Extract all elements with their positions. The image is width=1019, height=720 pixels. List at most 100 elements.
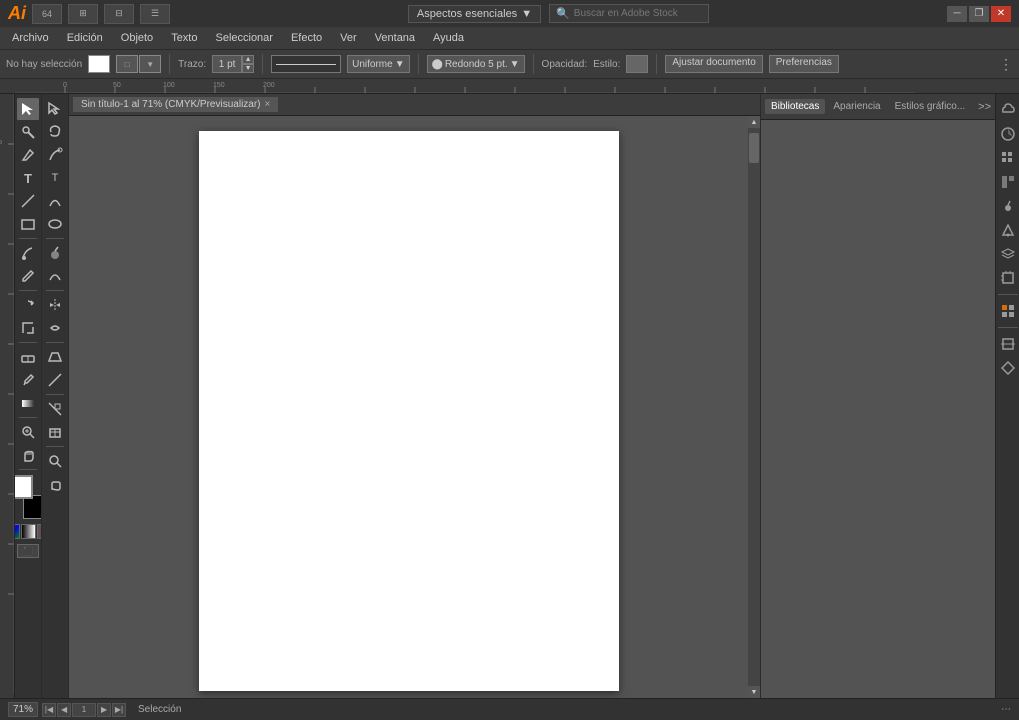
stroke-preview[interactable]: [271, 55, 341, 73]
eraser-tool[interactable]: [17, 346, 39, 368]
nav-last[interactable]: ▶|: [112, 703, 126, 717]
menu-archivo[interactable]: Archivo: [4, 30, 57, 46]
button-icon1[interactable]: ⊞: [68, 4, 98, 24]
line-tool[interactable]: [17, 190, 39, 212]
scale-tool[interactable]: [17, 317, 39, 339]
rectangle-tool[interactable]: [17, 213, 39, 235]
warp-tool[interactable]: [44, 317, 66, 339]
stroke-line: [276, 64, 336, 65]
trazo-up[interactable]: ▲: [242, 55, 254, 64]
vertical-scrollbar[interactable]: ▲ ▼: [748, 116, 760, 698]
scroll-thumb[interactable]: [749, 133, 759, 163]
stroke-arrow-box[interactable]: ▼: [139, 55, 161, 73]
scroll-down-btn[interactable]: ▼: [748, 686, 760, 698]
blob-brush-tool[interactable]: [44, 242, 66, 264]
magic-wand-tool[interactable]: [17, 121, 39, 143]
menu-ver[interactable]: Ver: [332, 30, 365, 46]
area-type-tool[interactable]: T: [44, 167, 66, 189]
menu-ventana[interactable]: Ventana: [367, 30, 423, 46]
menu-efecto[interactable]: Efecto: [283, 30, 330, 46]
button-icon2[interactable]: ⊟: [104, 4, 134, 24]
measure-tool[interactable]: [44, 369, 66, 391]
color-wheel-icon[interactable]: [998, 124, 1018, 144]
tab-apariencia[interactable]: Apariencia: [827, 99, 886, 114]
close-button[interactable]: ✕: [991, 6, 1011, 22]
artboard-icon[interactable]: [998, 268, 1018, 288]
menu-seleccionar[interactable]: Seleccionar: [207, 30, 280, 46]
style-color[interactable]: [626, 55, 648, 73]
trazo-down[interactable]: ▼: [242, 64, 254, 73]
hand-tool[interactable]: [17, 444, 39, 466]
preferencias-btn[interactable]: Preferencias: [769, 55, 839, 73]
rotate-tool[interactable]: [17, 294, 39, 316]
stock-search[interactable]: 🔍 Buscar en Adobe Stock: [549, 4, 709, 23]
trazo-value[interactable]: 1 pt: [212, 55, 242, 73]
menu-edicion[interactable]: Edición: [59, 30, 111, 46]
cc-libraries-icon[interactable]: [998, 301, 1018, 321]
zoom-display[interactable]: 71%: [8, 702, 38, 717]
paintbrush-tool[interactable]: [17, 242, 39, 264]
nav-page[interactable]: 1: [72, 703, 96, 717]
selection-tool[interactable]: [17, 98, 39, 120]
redondo-dropdown[interactable]: ⬤ Redondo 5 pt. ▼: [427, 55, 525, 73]
nav-prev[interactable]: ◀: [57, 703, 71, 717]
top-ruler: 0 50 100 150 200: [0, 79, 1019, 94]
eyedropper-tool[interactable]: [17, 369, 39, 391]
ellipse-tool[interactable]: [44, 213, 66, 235]
menu-ayuda[interactable]: Ayuda: [425, 30, 472, 46]
perspective-tool[interactable]: [44, 346, 66, 368]
stroke-type-dropdown[interactable]: Uniforme ▼: [347, 55, 409, 73]
ajustar-btn[interactable]: Ajustar documento: [665, 55, 762, 73]
swatch-icon[interactable]: [998, 172, 1018, 192]
button-icon3[interactable]: ☰: [140, 4, 170, 24]
grid-icon[interactable]: [998, 148, 1018, 168]
pen-tool[interactable]: [17, 144, 39, 166]
options-overflow[interactable]: ⋮: [999, 56, 1013, 73]
arc-tool[interactable]: [44, 190, 66, 212]
zoom-tool[interactable]: [17, 421, 39, 443]
minimize-button[interactable]: ─: [947, 6, 967, 22]
change-screen-btn[interactable]: ⬛: [17, 544, 39, 558]
anchor-pen-tool[interactable]: [44, 144, 66, 166]
panel-tabs-more[interactable]: >>: [978, 101, 991, 113]
cc-icon[interactable]: [998, 100, 1018, 120]
fill-color-box[interactable]: [88, 55, 110, 73]
align-icon[interactable]: [998, 334, 1018, 354]
workspace-selector[interactable]: Aspectos esenciales ▼: [408, 5, 541, 23]
fill-swatch[interactable]: [15, 475, 33, 499]
hand-tool-r[interactable]: [44, 473, 66, 495]
menu-texto[interactable]: Texto: [163, 30, 205, 46]
nav-first[interactable]: |◀: [42, 703, 56, 717]
symbol-icon[interactable]: [998, 220, 1018, 240]
reflect-tool[interactable]: [44, 294, 66, 316]
gradient-btn[interactable]: [21, 524, 36, 539]
print-tiling-tool[interactable]: [44, 421, 66, 443]
tab-close-btn[interactable]: ×: [265, 99, 271, 110]
bottom-overflow[interactable]: ⋯: [1001, 704, 1011, 715]
restore-button[interactable]: ❐: [969, 6, 989, 22]
tab-estilos[interactable]: Estilos gráfico...: [889, 99, 972, 114]
color-btn[interactable]: [15, 524, 20, 539]
layers-icon[interactable]: [998, 244, 1018, 264]
stroke-shape-box[interactable]: □: [116, 55, 138, 73]
transform-icon[interactable]: [998, 358, 1018, 378]
zoom-tool-r[interactable]: [44, 450, 66, 472]
nav-next[interactable]: ▶: [97, 703, 111, 717]
canvas-scroll-area[interactable]: ▲ ▼: [69, 116, 760, 698]
pencil-tool[interactable]: [17, 265, 39, 287]
brush-icon[interactable]: [998, 196, 1018, 216]
menu-objeto[interactable]: Objeto: [113, 30, 161, 46]
tab-bibliotecas[interactable]: Bibliotecas: [765, 99, 825, 114]
direct-selection-tool[interactable]: [44, 98, 66, 120]
sep-4: [19, 417, 37, 418]
lasso-tool[interactable]: [44, 121, 66, 143]
gradient-tool[interactable]: [17, 392, 39, 414]
canvas-tab-item[interactable]: Sin título-1 al 71% (CMYK/Previsualizar)…: [73, 97, 278, 112]
sep1: [169, 54, 170, 74]
scroll-up-btn[interactable]: ▲: [748, 116, 760, 128]
smooth-tool[interactable]: [44, 265, 66, 287]
sep-2: [19, 290, 37, 291]
slice-tool[interactable]: [44, 398, 66, 420]
button-64[interactable]: 64: [32, 4, 62, 24]
type-tool[interactable]: T: [17, 167, 39, 189]
